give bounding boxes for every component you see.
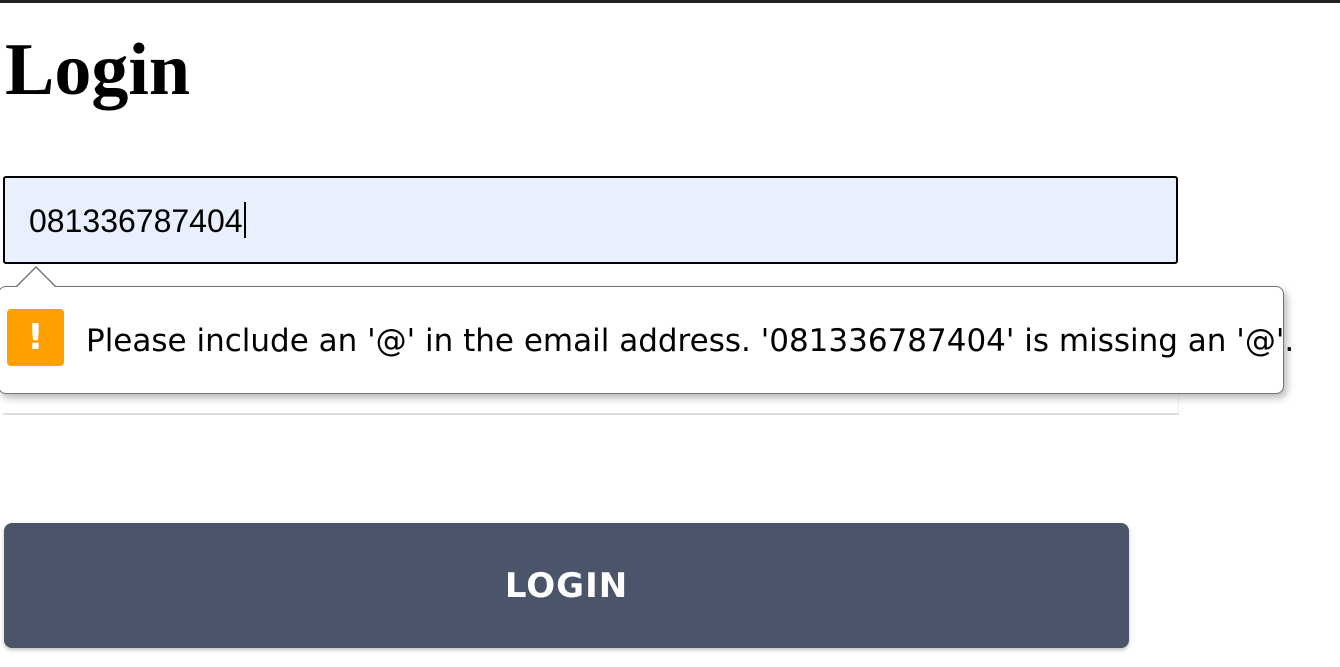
validation-message: Please include an '@' in the email addre… bbox=[86, 323, 1295, 359]
text-caret bbox=[243, 202, 246, 238]
login-button[interactable]: LOGIN bbox=[4, 523, 1129, 648]
top-border bbox=[0, 0, 1340, 3]
validation-tooltip: ! Please include an '@' in the email add… bbox=[0, 286, 1294, 394]
warning-icon: ! bbox=[7, 309, 64, 366]
tooltip-arrow-fill bbox=[16, 268, 56, 288]
page-title: Login bbox=[5, 29, 191, 111]
email-field-value: 081336787404 bbox=[29, 202, 246, 240]
email-field[interactable]: 081336787404 bbox=[3, 176, 1178, 264]
